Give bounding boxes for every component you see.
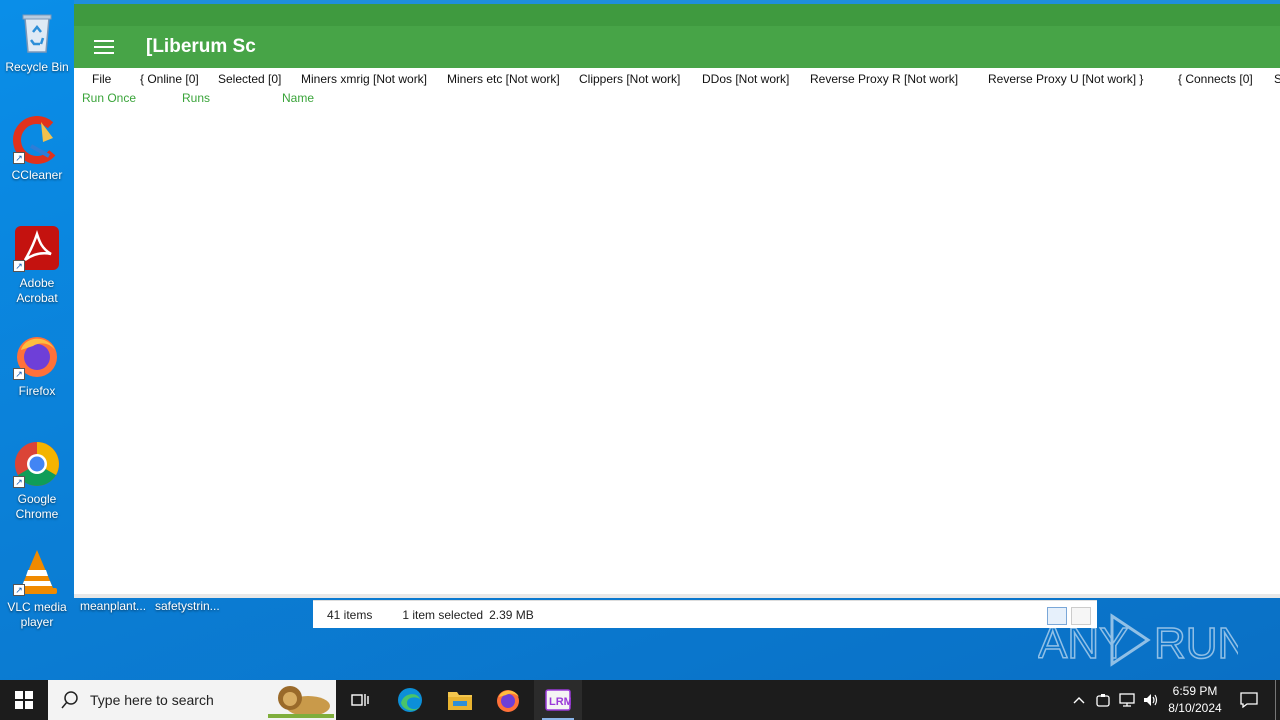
menu-connects[interactable]: { Connects [0] bbox=[1178, 72, 1253, 86]
title-band bbox=[74, 4, 1280, 26]
start-button[interactable] bbox=[0, 680, 48, 720]
svg-text:LRM: LRM bbox=[549, 696, 571, 708]
folder-icon bbox=[448, 692, 472, 710]
firefox-icon: ↗ bbox=[13, 332, 61, 380]
ccleaner-icon: ↗ bbox=[13, 116, 61, 164]
taskbar-search-box[interactable]: Type here to search bbox=[48, 680, 336, 720]
edge-icon bbox=[398, 688, 422, 712]
tray-overflow[interactable] bbox=[1068, 680, 1090, 720]
desktop-file-label[interactable]: meanplant... bbox=[80, 599, 146, 613]
desktop-icon-adobe-acrobat[interactable]: ↗ Adobe Acrobat bbox=[2, 224, 72, 306]
app-title: [Liberum Sc bbox=[146, 36, 256, 57]
shortcut-arrow-icon: ↗ bbox=[13, 368, 25, 380]
task-view-icon bbox=[351, 694, 369, 706]
recycle-bin-icon bbox=[13, 8, 61, 56]
desktop-icon-vlc[interactable]: ↗ VLC media player bbox=[2, 548, 72, 630]
desktop-icon-label: Google Chrome bbox=[15, 492, 59, 521]
column-runs[interactable]: Runs bbox=[182, 91, 210, 105]
liberum-app-window: [Liberum Sc File { Online [0] Selected [… bbox=[74, 0, 1280, 598]
desktop-icon-label: Adobe Acrobat bbox=[16, 276, 58, 305]
menu-miners-etc[interactable]: Miners etc [Not work] bbox=[447, 72, 560, 86]
task-view-button[interactable] bbox=[336, 680, 384, 720]
network-icon bbox=[1119, 693, 1135, 707]
desktop-icon-label: CCleaner bbox=[11, 168, 63, 182]
clock-date: 8/10/2024 bbox=[1168, 701, 1222, 715]
selected-count: 1 item selected bbox=[402, 607, 484, 622]
taskbar-file-explorer[interactable] bbox=[436, 680, 484, 720]
taskbar-liberum[interactable]: LRM bbox=[534, 680, 582, 720]
menu-overflow[interactable]: S bbox=[1274, 72, 1280, 86]
taskbar-firefox[interactable] bbox=[484, 680, 532, 720]
hamburger-menu-icon[interactable] bbox=[94, 39, 114, 55]
column-run-once[interactable]: Run Once bbox=[82, 91, 136, 105]
column-name[interactable]: Name bbox=[282, 91, 314, 105]
shortcut-arrow-icon: ↗ bbox=[13, 584, 25, 596]
google-chrome-icon: ↗ bbox=[13, 440, 61, 488]
chevron-up-icon bbox=[1073, 697, 1085, 704]
desktop-icon-recycle-bin[interactable]: Recycle Bin bbox=[2, 8, 72, 75]
clock-time: 6:59 PM bbox=[1172, 684, 1218, 698]
tray-volume[interactable] bbox=[1140, 680, 1162, 720]
adobe-acrobat-icon: ↗ bbox=[13, 224, 61, 272]
desktop-icon-google-chrome[interactable]: ↗ Google Chrome bbox=[2, 440, 72, 522]
firefox-icon bbox=[497, 690, 519, 712]
search-placeholder: Type here to search bbox=[90, 692, 214, 708]
menu-selected[interactable]: Selected [0] bbox=[218, 72, 281, 86]
notification-center-button[interactable] bbox=[1234, 680, 1264, 720]
horizontal-scrollbar[interactable] bbox=[74, 594, 1280, 598]
desktop-icon-label: Firefox bbox=[18, 384, 56, 398]
menu-clippers[interactable]: Clippers [Not work] bbox=[579, 72, 680, 86]
windows-logo-icon bbox=[15, 691, 33, 709]
shortcut-arrow-icon: ↗ bbox=[13, 260, 25, 272]
desktop-icon-label: Recycle Bin bbox=[5, 60, 69, 74]
speaker-icon bbox=[1144, 694, 1158, 706]
menu-miners-xmrig[interactable]: Miners xmrig [Not work] bbox=[301, 72, 427, 86]
show-desktop-button[interactable] bbox=[1275, 680, 1276, 720]
menu-ddos[interactable]: DDos [Not work] bbox=[702, 72, 789, 86]
items-count: 41 items bbox=[327, 607, 373, 622]
menu-bar: File { Online [0] Selected [0] Miners xm… bbox=[74, 68, 1280, 90]
selected-size: 2.39 MB bbox=[489, 607, 534, 622]
tray-app-icon bbox=[1096, 694, 1110, 707]
taskbar-edge[interactable] bbox=[386, 680, 434, 720]
shortcut-arrow-icon: ↗ bbox=[13, 152, 25, 164]
explorer-status-bar: 41 items 1 item selected 2.39 MB bbox=[313, 600, 1097, 628]
desktop-icon-label: VLC media player bbox=[7, 600, 67, 629]
desktop-file-label[interactable]: safetystrin... bbox=[155, 599, 220, 613]
desktop-icon-ccleaner[interactable]: ↗ CCleaner bbox=[2, 116, 72, 183]
search-highlight-lion-icon bbox=[268, 686, 334, 718]
menu-online[interactable]: { Online [0] bbox=[140, 72, 199, 86]
tray-app[interactable] bbox=[1092, 680, 1114, 720]
svg-text:RUN: RUN bbox=[1154, 619, 1238, 668]
menu-reverse-proxy-r[interactable]: Reverse Proxy R [Not work] bbox=[810, 72, 958, 86]
menu-reverse-proxy-u[interactable]: Reverse Proxy U [Not work] } bbox=[988, 72, 1143, 86]
anyrun-watermark: ANY RUN bbox=[1037, 606, 1250, 674]
shortcut-arrow-icon: ↗ bbox=[13, 476, 25, 488]
notification-icon bbox=[1240, 692, 1258, 708]
column-headers: Run Once Runs Name bbox=[74, 91, 1280, 109]
liberum-rm-icon: LRM bbox=[545, 689, 571, 711]
tray-network[interactable] bbox=[1116, 680, 1138, 720]
taskbar: Type here to search LRM 6:59 PM 8/10/202… bbox=[0, 680, 1280, 720]
desktop-icon-firefox[interactable]: ↗ Firefox bbox=[2, 332, 72, 399]
vlc-icon: ↗ bbox=[13, 548, 61, 596]
menu-file[interactable]: File bbox=[92, 72, 111, 86]
app-header: [Liberum Sc bbox=[74, 26, 1280, 68]
search-icon bbox=[61, 691, 78, 709]
taskbar-clock[interactable]: 6:59 PM 8/10/2024 bbox=[1160, 683, 1230, 717]
